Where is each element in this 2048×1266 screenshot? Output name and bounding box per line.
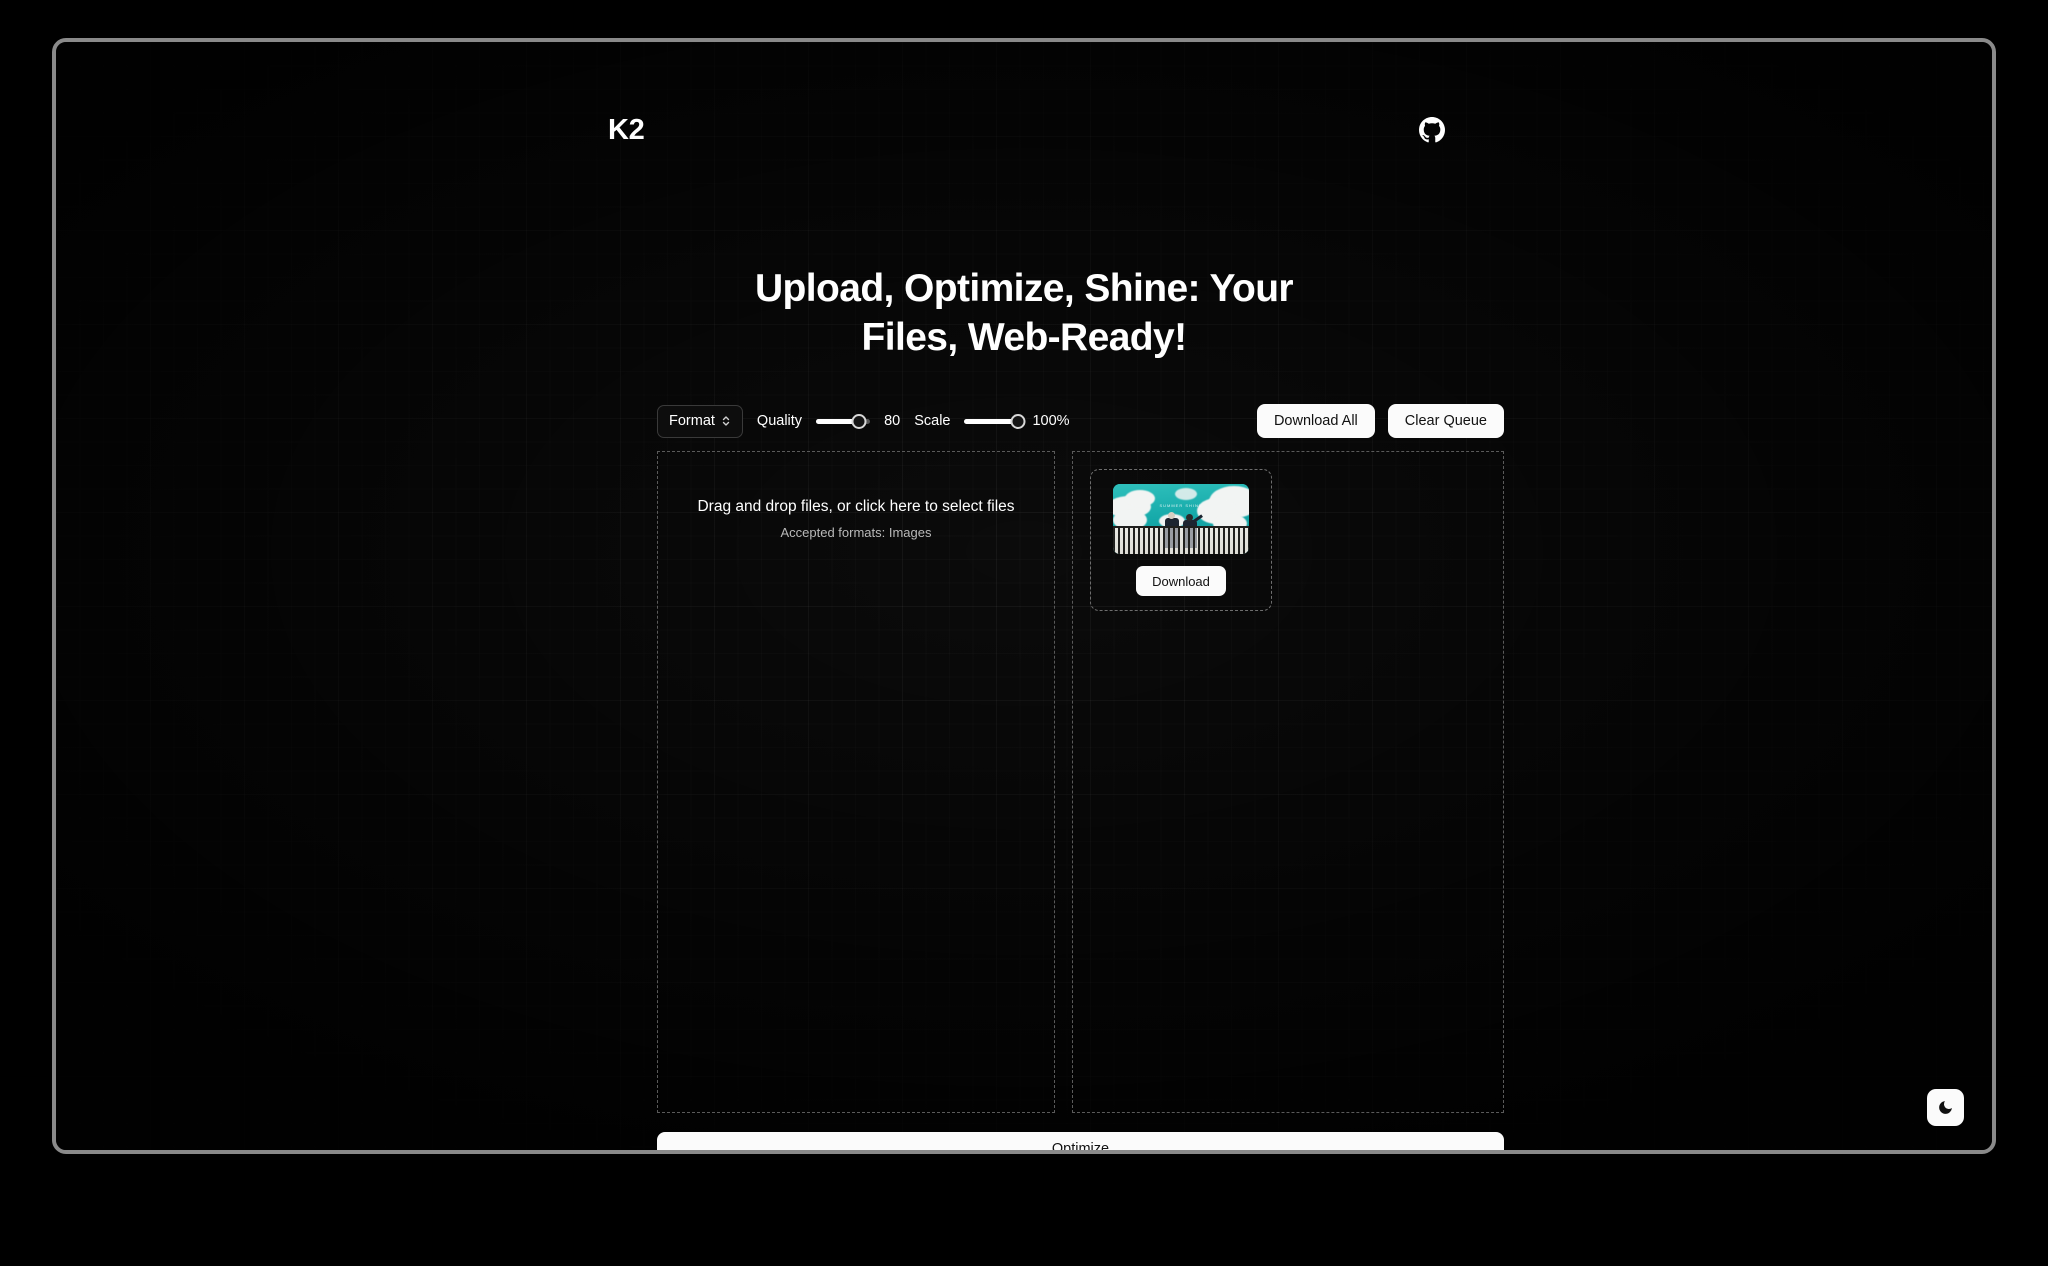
download-button[interactable]: Download <box>1136 566 1226 596</box>
panels-row: Drag and drop files, or click here to se… <box>657 451 1504 1113</box>
queue-item-card[interactable]: SUMMER SHINE Download <box>1090 469 1272 611</box>
toolbar-left-group: Format Quality 80 Scale 100% <box>657 404 1070 438</box>
dropzone-primary-text: Drag and drop files, or click here to se… <box>697 498 1015 515</box>
format-select[interactable]: Format <box>657 404 743 438</box>
quality-value: 80 <box>884 413 901 429</box>
thumbnail-cloud <box>1175 488 1197 500</box>
app-content: K2 Upload, Optimize, Shine: Your Files, … <box>56 42 1992 1150</box>
format-select-label: Format <box>669 413 715 429</box>
scale-slider-thumb[interactable] <box>1010 413 1026 429</box>
scale-value: 100% <box>1032 413 1070 429</box>
quality-slider[interactable] <box>816 412 871 430</box>
dropzone[interactable]: Drag and drop files, or click here to se… <box>657 451 1055 1113</box>
moon-icon <box>1937 1099 1954 1116</box>
scale-label: Scale <box>914 413 951 429</box>
options-toolbar: Format Quality 80 Scale 100% Download Al… <box>657 403 1504 439</box>
page-title-line-2: Files, Web-Ready! <box>861 316 1188 360</box>
page-title-line-1: Upload, Optimize, Shine: Your <box>754 267 1294 310</box>
thumbnail-person-head <box>1168 512 1175 519</box>
site-header: K2 <box>56 104 1992 156</box>
quality-slider-thumb[interactable] <box>851 413 867 429</box>
download-all-button[interactable]: Download All <box>1256 404 1375 438</box>
thumbnail-overlay-text: SUMMER SHINE <box>1159 503 1203 508</box>
clear-queue-button[interactable]: Clear Queue <box>1387 404 1504 438</box>
chevron-up-down-icon <box>721 414 731 428</box>
thumbnail-railing <box>1113 526 1249 554</box>
toolbar-right-group: Download All Clear Queue <box>1256 404 1504 438</box>
file-thumbnail: SUMMER SHINE <box>1113 484 1249 554</box>
dropzone-secondary-text: Accepted formats: Images <box>780 525 932 540</box>
page-title: Upload, Optimize, Shine: Your Files, Web… <box>674 264 1374 362</box>
app-window: K2 Upload, Optimize, Shine: Your Files, … <box>52 38 1996 1154</box>
theme-toggle-button[interactable] <box>1927 1089 1964 1126</box>
brand-logo: K2 <box>608 113 645 146</box>
optimize-button[interactable]: Optimize <box>657 1132 1504 1150</box>
github-icon[interactable] <box>1417 115 1447 145</box>
scale-slider[interactable] <box>964 412 1026 430</box>
quality-label: Quality <box>756 413 803 429</box>
queue-panel: SUMMER SHINE Download <box>1072 451 1504 1113</box>
dropzone-text: Drag and drop files, or click here to se… <box>658 496 1054 540</box>
